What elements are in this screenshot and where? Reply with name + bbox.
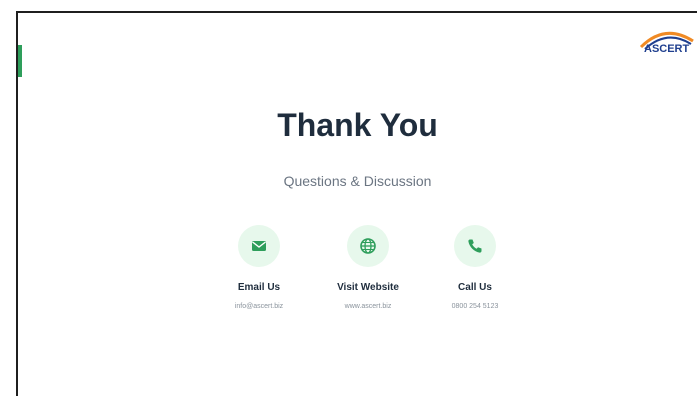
page-title: Thank You (277, 107, 438, 143)
contact-phone-value[interactable]: 0800 254 5123 (415, 303, 535, 310)
contact-website: Visit Website www.ascert.biz (308, 225, 428, 310)
contact-email-value[interactable]: info@ascert.biz (199, 303, 319, 310)
svg-text:ASCERT: ASCERT (644, 43, 690, 55)
phone-icon (454, 225, 496, 267)
contact-phone: Call Us 0800 254 5123 (415, 225, 535, 310)
contact-email: Email Us info@ascert.biz (199, 225, 319, 310)
slide: ASCERT Thank You Questions & Discussion … (16, 11, 697, 396)
ascert-logo-mark: ASCERT (639, 31, 694, 55)
contact-list: Email Us info@ascert.biz Visit Website w… (18, 225, 697, 345)
contact-website-label: Visit Website (337, 282, 399, 293)
globe-icon (347, 225, 389, 267)
envelope-icon (238, 225, 280, 267)
accent-bar (18, 45, 22, 77)
contact-email-label: Email Us (237, 282, 281, 293)
ascert-logo: ASCERT (635, 25, 697, 55)
contact-phone-label: Call Us (458, 282, 492, 293)
page-subtitle: Questions & Discussion (283, 173, 432, 189)
contact-website-value[interactable]: www.ascert.biz (308, 303, 428, 310)
